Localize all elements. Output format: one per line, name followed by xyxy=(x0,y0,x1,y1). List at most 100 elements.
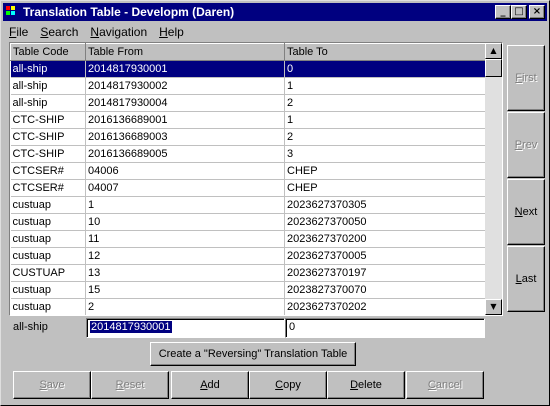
vertical-scrollbar[interactable]: ▲ ▼ xyxy=(485,43,502,315)
edit-table-code: all-ship xyxy=(13,321,48,333)
scroll-thumb[interactable] xyxy=(485,59,502,77)
grid-header-row: Table Code Table From Table To xyxy=(10,43,487,61)
last-button[interactable]: Last xyxy=(507,246,545,312)
title-bar[interactable]: Translation Table - Developm (Daren) _ □… xyxy=(3,3,547,21)
app-icon xyxy=(5,5,19,19)
cell-table-from: 15 xyxy=(85,281,285,299)
create-reversing-table-button[interactable]: Create a "Reversing" Translation Table xyxy=(150,342,356,366)
table-from-value: 2014817930001 xyxy=(90,321,172,333)
menu-navigation[interactable]: Navigation xyxy=(84,25,153,39)
main-window: Translation Table - Developm (Daren) _ □… xyxy=(0,0,550,406)
cell-table-code: custuap xyxy=(10,230,86,248)
reset-button[interactable]: Reset xyxy=(91,371,169,399)
cell-table-to: CHEP xyxy=(284,162,487,180)
cell-table-to: 2023627370005 xyxy=(284,247,487,265)
cell-table-code: all-ship xyxy=(10,94,86,112)
cell-table-to: 1 xyxy=(284,77,487,95)
cancel-button[interactable]: Cancel xyxy=(406,371,484,399)
table-to-value: 0 xyxy=(289,321,296,333)
table-row[interactable]: custuap 10 2023627370050 xyxy=(10,213,487,231)
menu-help[interactable]: Help xyxy=(153,25,190,39)
minimize-button[interactable]: _ xyxy=(495,5,511,19)
cell-table-from: 2016136689001 xyxy=(85,111,285,129)
cell-table-code: custuap xyxy=(10,247,86,265)
close-icon: × xyxy=(532,6,542,17)
table-row[interactable]: all-ship 2014817930001 0 xyxy=(10,60,487,78)
table-row[interactable]: CTCSER# 04007 CHEP xyxy=(10,179,487,197)
table-to-field[interactable]: 0 xyxy=(285,318,485,338)
table-row[interactable]: CTC-SHIP 2016136689005 3 xyxy=(10,145,487,163)
table-row[interactable]: custuap 15 2023827370070 xyxy=(10,281,487,299)
table-row[interactable]: CTC-SHIP 2016136689003 2 xyxy=(10,128,487,146)
cell-table-from: 10 xyxy=(85,213,285,231)
copy-button[interactable]: Copy xyxy=(249,371,327,399)
cell-table-from: 13 xyxy=(85,264,285,282)
next-button[interactable]: Next xyxy=(507,179,545,245)
menu-search[interactable]: Search xyxy=(34,25,84,39)
table-row[interactable]: custuap 1 2023627370305 xyxy=(10,196,487,214)
cell-table-code: CTC-SHIP xyxy=(10,111,86,129)
prev-button[interactable]: Prev xyxy=(507,112,545,178)
navigation-panel: First Prev Next Last xyxy=(507,45,545,313)
delete-button[interactable]: Delete xyxy=(327,371,405,399)
cell-table-code: all-ship xyxy=(10,60,86,78)
add-button[interactable]: Add xyxy=(171,371,249,399)
menu-bar: File Search Navigation Help xyxy=(3,23,190,41)
table-row[interactable]: all-ship 2014817930004 2 xyxy=(10,94,487,112)
cell-table-code: all-ship xyxy=(10,77,86,95)
cell-table-to: 2 xyxy=(284,128,487,146)
cell-table-code: CTCSER# xyxy=(10,179,86,197)
cell-table-code: custuap xyxy=(10,196,86,214)
maximize-icon: □ xyxy=(514,6,524,17)
cell-table-to: 2023627370197 xyxy=(284,264,487,282)
cell-table-to: 2023827370070 xyxy=(284,281,487,299)
table-from-field[interactable]: 2014817930001 xyxy=(86,318,285,338)
cell-table-code: CTCSER# xyxy=(10,162,86,180)
cell-table-code: custuap xyxy=(10,298,86,315)
cell-table-to: 2023627370200 xyxy=(284,230,487,248)
cell-table-from: 04007 xyxy=(85,179,285,197)
cell-table-to: CHEP xyxy=(284,179,487,197)
cell-table-to: 2023627370305 xyxy=(284,196,487,214)
edit-row: all-ship 2014817930001 0 xyxy=(9,318,487,338)
column-header-table-from[interactable]: Table From xyxy=(85,43,285,61)
cell-table-from: 04006 xyxy=(85,162,285,180)
column-header-table-code[interactable]: Table Code xyxy=(10,43,86,61)
scroll-down-button[interactable]: ▼ xyxy=(485,299,502,315)
cell-table-to: 2023627370202 xyxy=(284,298,487,315)
cell-table-code: custuap xyxy=(10,213,86,231)
cell-table-from: 2014817930001 xyxy=(85,60,285,78)
cell-table-to: 3 xyxy=(284,145,487,163)
cell-table-from: 2014817930002 xyxy=(85,77,285,95)
cell-table-code: CUSTUAP xyxy=(10,264,86,282)
cell-table-code: CTC-SHIP xyxy=(10,128,86,146)
menu-file[interactable]: File xyxy=(3,25,34,39)
table-row[interactable]: all-ship 2014817930002 1 xyxy=(10,77,487,95)
cell-table-from: 2014817930004 xyxy=(85,94,285,112)
cell-table-to: 2023627370050 xyxy=(284,213,487,231)
grid-table: Table Code Table From Table To all-ship 2… xyxy=(10,43,487,315)
translation-grid[interactable]: Table Code Table From Table To all-ship 2… xyxy=(9,42,503,316)
table-row[interactable]: CTCSER# 04006 CHEP xyxy=(10,162,487,180)
save-button[interactable]: Save xyxy=(13,371,91,399)
table-row[interactable]: custuap 11 2023627370200 xyxy=(10,230,487,248)
table-row[interactable]: custuap 12 2023627370005 xyxy=(10,247,487,265)
table-row[interactable]: CTC-SHIP 2016136689001 1 xyxy=(10,111,487,129)
scroll-up-button[interactable]: ▲ xyxy=(485,43,502,59)
close-button[interactable]: × xyxy=(529,5,545,19)
cell-table-from: 11 xyxy=(85,230,285,248)
cell-table-from: 2016136689005 xyxy=(85,145,285,163)
cell-table-to: 1 xyxy=(284,111,487,129)
table-row[interactable]: CUSTUAP 13 2023627370197 xyxy=(10,264,487,282)
window-title: Translation Table - Developm (Daren) xyxy=(23,5,235,19)
create-reversing-table-label: Create a "Reversing" Translation Table xyxy=(158,348,348,360)
cell-table-to: 2 xyxy=(284,94,487,112)
cell-table-code: CTC-SHIP xyxy=(10,145,86,163)
table-row[interactable]: custuap 2 2023627370202 xyxy=(10,298,487,315)
arrow-down-icon: ▼ xyxy=(490,302,497,311)
column-header-table-to[interactable]: Table To xyxy=(284,43,487,61)
first-button[interactable]: First xyxy=(507,45,545,111)
arrow-up-icon: ▲ xyxy=(490,46,497,55)
maximize-button[interactable]: □ xyxy=(511,5,527,19)
cell-table-from: 1 xyxy=(85,196,285,214)
